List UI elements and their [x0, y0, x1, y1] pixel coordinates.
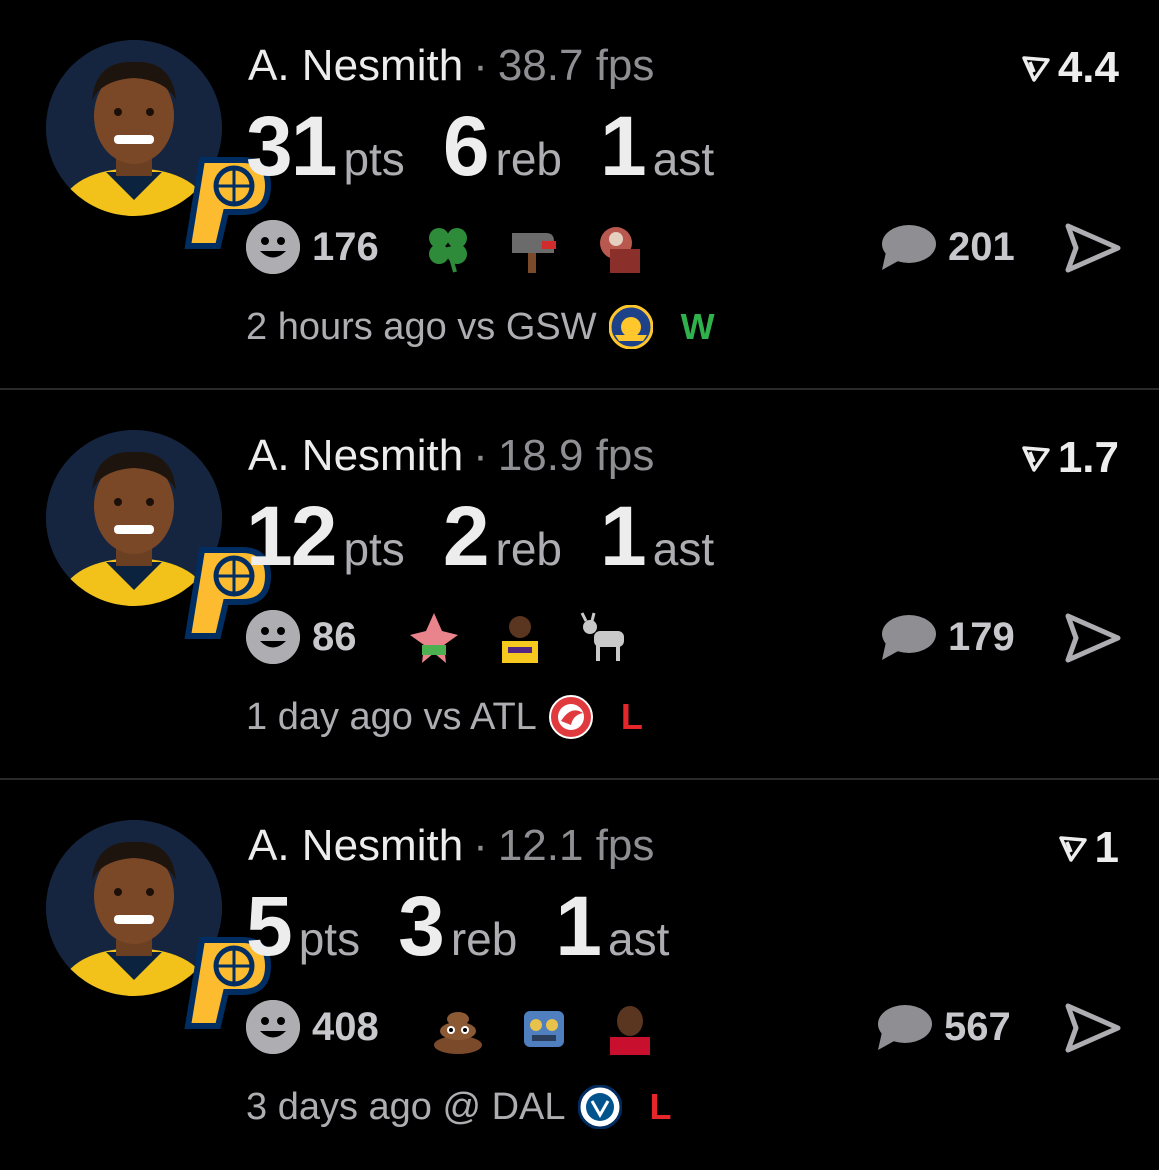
time-ago: 1 day ago	[246, 695, 413, 738]
rebounds-unit: reb	[495, 133, 563, 185]
time-ago: 3 days ago	[246, 1085, 432, 1128]
separator: ·	[473, 431, 488, 480]
separator: ·	[473, 821, 488, 870]
comment-icon[interactable]	[878, 614, 936, 662]
reaction-count: 86	[312, 615, 357, 659]
social-bar: 176 201	[246, 214, 1126, 280]
warriors-logo	[608, 304, 654, 350]
post-card[interactable]: A. Nesmith · 38.7 fps 4.4 31 pts 6 reb 1 ast …	[0, 0, 1159, 389]
player-name[interactable]: A. Nesmith	[248, 821, 463, 870]
player-name[interactable]: A. Nesmith	[248, 41, 463, 90]
patrick-sticker-icon[interactable]	[406, 609, 462, 665]
comment-count: 179	[948, 615, 1015, 659]
post-card[interactable]: A. Nesmith · 18.9 fps 1.7 12 pts 2 reb 1 ast …	[0, 390, 1159, 779]
reaction-emojis	[420, 214, 648, 280]
fantasy-points: 18.9 fps	[497, 431, 655, 480]
assists-value: 1	[600, 489, 647, 583]
reaction-emojis	[430, 994, 658, 1060]
reaction-count: 176	[312, 225, 379, 269]
fantasy-points: 38.7 fps	[497, 41, 655, 90]
points-unit: pts	[298, 913, 361, 965]
assists-unit: ast	[652, 523, 715, 575]
comment-icon[interactable]	[878, 224, 936, 272]
game-info: 1 day ago vs ATL L	[246, 692, 643, 742]
rating-value: 4.4	[1057, 43, 1119, 92]
share-icon[interactable]	[1064, 1002, 1122, 1054]
player-avatar[interactable]	[46, 40, 272, 249]
post-header: A. Nesmith · 18.9 fps	[248, 428, 654, 484]
game-info: 3 days ago @ DAL L	[246, 1082, 672, 1132]
mavericks-logo	[577, 1084, 623, 1130]
rebounds-value: 2	[442, 489, 490, 583]
points-value: 12	[246, 489, 337, 583]
share-icon[interactable]	[1064, 222, 1122, 274]
goat-icon[interactable]	[578, 609, 634, 665]
assists-unit: ast	[608, 913, 670, 965]
post-header: A. Nesmith · 12.1 fps	[248, 818, 654, 874]
player-avatar[interactable]	[46, 820, 272, 1029]
player-name[interactable]: A. Nesmith	[248, 431, 463, 480]
lebron-sticker-icon[interactable]	[492, 609, 548, 665]
game-info: 2 hours ago vs GSW W	[246, 302, 715, 352]
comment-count: 201	[948, 225, 1015, 269]
rating-icon	[1058, 836, 1087, 862]
rating-icon	[1022, 56, 1050, 82]
points-value: 31	[246, 99, 337, 193]
assists-value: 1	[555, 879, 602, 973]
post-card[interactable]: A. Nesmith · 12.1 fps 1 5 pts 3 reb 1 ast 408	[0, 780, 1159, 1169]
rebounds-unit: reb	[495, 523, 563, 575]
clover-icon[interactable]	[420, 219, 476, 275]
post-header: A. Nesmith · 38.7 fps	[248, 38, 654, 94]
reaction-count: 408	[312, 1005, 379, 1049]
rating-badge[interactable]: 1	[1058, 822, 1119, 874]
fantasy-points: 12.1 fps	[497, 821, 655, 870]
rating-badge[interactable]: 1.7	[1022, 432, 1119, 484]
matchup: vs ATL	[423, 695, 537, 738]
rating-value: 1.7	[1057, 433, 1119, 482]
assists-value: 1	[600, 99, 647, 193]
smiley-icon[interactable]	[246, 610, 300, 664]
points-unit: pts	[343, 133, 405, 185]
game-result: W	[680, 306, 715, 347]
share-icon[interactable]	[1064, 612, 1122, 664]
hawks-logo	[548, 695, 593, 739]
game-result: L	[649, 1086, 672, 1127]
rating-icon	[1022, 446, 1050, 472]
matchup: @ DAL	[442, 1085, 566, 1128]
comment-icon[interactable]	[874, 1004, 932, 1052]
reaction-emojis	[406, 604, 634, 670]
stat-line: 5 pts 3 reb 1 ast	[246, 878, 669, 978]
points-value: 5	[246, 879, 293, 973]
stat-line: 31 pts 6 reb 1 ast	[246, 98, 714, 198]
social-bar: 408 567	[246, 994, 1126, 1060]
player-avatar[interactable]	[46, 430, 272, 639]
rebounds-unit: reb	[450, 913, 518, 965]
separator: ·	[473, 41, 488, 90]
game-result: L	[620, 696, 643, 737]
mailbox-icon[interactable]	[506, 219, 562, 275]
sticker-icon[interactable]	[592, 219, 648, 275]
assists-unit: ast	[652, 133, 715, 185]
matchup: vs GSW	[457, 305, 597, 348]
poop-icon[interactable]	[430, 999, 486, 1055]
robot-icon[interactable]	[516, 999, 572, 1055]
smiley-icon[interactable]	[246, 220, 300, 274]
social-bar: 86 179	[246, 604, 1126, 670]
rebounds-value: 6	[442, 99, 490, 193]
rebounds-value: 3	[398, 879, 445, 973]
points-unit: pts	[343, 523, 405, 575]
stat-line: 12 pts 2 reb 1 ast	[246, 488, 714, 588]
rating-badge[interactable]: 4.4	[1022, 42, 1119, 94]
time-ago: 2 hours ago	[246, 305, 447, 348]
rating-value: 1	[1094, 823, 1119, 872]
comment-count: 567	[944, 1005, 1011, 1049]
kawhi-sticker-icon[interactable]	[602, 999, 658, 1055]
smiley-icon[interactable]	[246, 1000, 300, 1054]
